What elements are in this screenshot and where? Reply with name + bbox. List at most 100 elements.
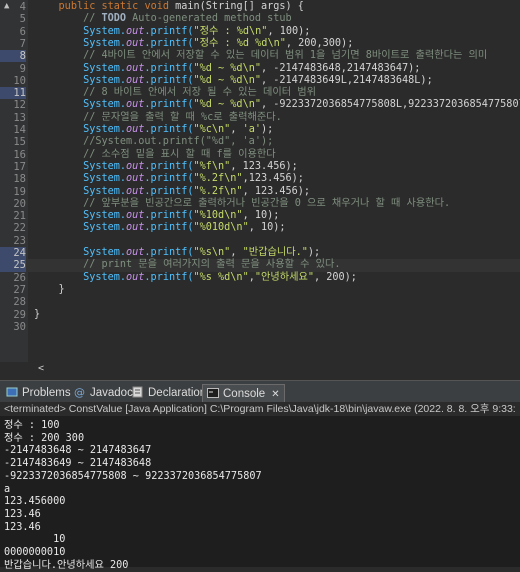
line-number: 24 bbox=[0, 247, 26, 260]
console-icon bbox=[207, 387, 219, 399]
svg-text:@: @ bbox=[74, 386, 85, 398]
line-number: 29 bbox=[13, 308, 26, 321]
line-number: 30 bbox=[13, 320, 26, 333]
code-text: System.out.printf("%d ~ %d\n", -92233720… bbox=[83, 99, 520, 111]
close-icon[interactable]: ✕ bbox=[271, 389, 279, 400]
code-line[interactable]: 4 public static void main(String[] args)… bbox=[0, 1, 520, 13]
tab-javadoc[interactable]: @ Javadoc bbox=[74, 384, 133, 402]
line-number: 26 bbox=[13, 271, 26, 284]
code-line[interactable]: 8 // 4바이트 안에서 저장할 수 있는 데이터 범위 1을 넘기면 8바이… bbox=[0, 50, 520, 63]
line-number: 27 bbox=[13, 283, 26, 296]
line-number: 23 bbox=[13, 234, 26, 247]
code-line[interactable]: 10 System.out.printf("%d ~ %d\n", -21474… bbox=[0, 75, 520, 87]
console-line: -9223372036854775808 ~ 92233720368547758… bbox=[4, 470, 262, 482]
code-line[interactable]: 6 System.out.printf("정수 : %d\n", 100); bbox=[0, 26, 520, 38]
code-line[interactable]: 11 // 8 바이트 안에서 저장 될 수 있는 데이터 범위 bbox=[0, 87, 520, 100]
override-marker-icon: ▲ bbox=[4, 1, 10, 11]
code-line[interactable]: 21 System.out.printf("%10d\n", 10); bbox=[0, 210, 520, 222]
line-number: 7 bbox=[19, 37, 26, 50]
code-text: // 소수점 밑을 표시 할 때 f를 이용한다 bbox=[83, 148, 276, 160]
console-line: 123.46 bbox=[4, 508, 41, 520]
line-number: 17 bbox=[13, 160, 26, 173]
line-number: 5 bbox=[19, 13, 26, 26]
line-number: 10 bbox=[13, 74, 26, 87]
console-line: 0000000010 bbox=[4, 547, 66, 558]
horizontal-scrollbar[interactable]: < bbox=[34, 362, 520, 376]
code-line[interactable]: 5 // TODO Auto-generated method stub bbox=[0, 13, 520, 25]
tab-console[interactable]: Console ✕ bbox=[202, 384, 285, 403]
console-status-line: <terminated> ConstValue [Java Applicatio… bbox=[0, 402, 520, 416]
problems-icon bbox=[6, 386, 18, 398]
line-number: 18 bbox=[13, 173, 26, 186]
code-text: System.out.printf("%.2f\n",123.456); bbox=[83, 173, 304, 185]
code-text: public static void main(String[] args) { bbox=[58, 1, 304, 12]
code-text: //System.out.printf("%d", 'a'); bbox=[83, 136, 274, 148]
code-text: // 앞부분을 빈공간으로 출력하거나 빈공간을 0 으로 채우거나 할 때 사… bbox=[83, 197, 451, 209]
console-line: -2147483649 ~ 2147483648 bbox=[4, 458, 152, 470]
console-line: 정수 : 100 bbox=[4, 420, 60, 431]
code-line[interactable]: 27 } bbox=[0, 284, 520, 296]
code-text: } bbox=[34, 283, 65, 295]
code-editor[interactable]: 4 public static void main(String[] args)… bbox=[0, 0, 520, 362]
line-number: 15 bbox=[13, 136, 26, 149]
line-number: 13 bbox=[13, 111, 26, 124]
code-line[interactable]: 25 // print 문을 여러가지의 출력 문을 사용할 수 있다. bbox=[0, 259, 520, 272]
code-text: System.out.printf("%s\n", "반갑습니다."); bbox=[83, 247, 321, 258]
code-text: // 문자열을 출력 할 때 %c로 출력해준다. bbox=[83, 111, 282, 123]
line-number: 22 bbox=[13, 222, 26, 235]
code-line[interactable]: 24 System.out.printf("%s\n", "반갑습니다."); bbox=[0, 247, 520, 260]
code-text: // print 문을 여러가지의 출력 문을 사용할 수 있다. bbox=[83, 259, 341, 271]
scroll-left-icon[interactable]: < bbox=[34, 362, 48, 376]
code-line[interactable]: 17 System.out.printf("%f\n", 123.456); bbox=[0, 161, 520, 173]
line-number: 19 bbox=[13, 185, 26, 198]
code-text: // 8 바이트 안에서 저장 될 수 있는 데이터 범위 bbox=[83, 87, 317, 99]
tab-label: Console bbox=[223, 388, 266, 400]
code-line[interactable]: 26 System.out.printf("%s %d\n","안녕하세요", … bbox=[0, 272, 520, 284]
code-line[interactable]: 29} bbox=[0, 309, 520, 321]
code-text: System.out.printf("정수 : %d %d\n", 200,30… bbox=[83, 37, 354, 49]
console-line: 10 bbox=[4, 534, 66, 546]
line-number: 25 bbox=[0, 259, 26, 272]
console-line: 정수 : 200 300 bbox=[4, 432, 85, 444]
code-text: System.out.printf("%f\n", 123.456); bbox=[83, 160, 298, 172]
tab-label: Problems bbox=[22, 387, 71, 399]
code-line[interactable]: 22 System.out.printf("%010d\n", 10); bbox=[0, 222, 520, 234]
console-line: a bbox=[4, 483, 11, 495]
code-text: System.out.printf("%c\n", 'a'); bbox=[83, 124, 274, 135]
console-line: 123.456000 bbox=[4, 496, 66, 508]
code-text: System.out.printf("%010d\n", 10); bbox=[83, 222, 286, 234]
javadoc-icon: @ bbox=[74, 386, 86, 399]
line-number: 28 bbox=[13, 296, 26, 309]
code-line[interactable]: 9 System.out.printf("%d ~ %d\n", -214748… bbox=[0, 63, 520, 75]
code-line[interactable]: 14 System.out.printf("%c\n", 'a'); bbox=[0, 124, 520, 136]
code-line[interactable]: 20 // 앞부분을 빈공간으로 출력하거나 빈공간을 0 으로 채우거나 할 … bbox=[0, 198, 520, 210]
line-number: 11 bbox=[0, 87, 26, 100]
console-output[interactable]: 정수 : 100 정수 : 200 300 -2147483648 ~ 214748… bbox=[0, 416, 520, 571]
console-line: -2147483648 ~ 2147483647 bbox=[4, 445, 152, 457]
console-line: 123.46 bbox=[4, 521, 41, 533]
code-line[interactable]: 23 bbox=[0, 235, 520, 247]
code-line[interactable]: 16 // 소수점 밑을 표시 할 때 f를 이용한다 bbox=[0, 149, 520, 161]
code-line[interactable]: 13 // 문자열을 출력 할 때 %c로 출력해준다. bbox=[0, 112, 520, 124]
code-text: // TODO Auto-generated method stub bbox=[83, 13, 292, 25]
line-number: 8 bbox=[0, 50, 26, 63]
code-line[interactable]: 30 bbox=[0, 321, 520, 333]
declaration-icon bbox=[132, 386, 144, 398]
code-text: System.out.printf("%s %d\n","안녕하세요", 200… bbox=[83, 271, 357, 283]
tab-label: Javadoc bbox=[90, 387, 133, 399]
tab-problems[interactable]: Problems bbox=[6, 384, 71, 402]
code-text: } bbox=[34, 308, 41, 320]
code-line[interactable]: 28 bbox=[0, 296, 520, 308]
line-number: 21 bbox=[13, 210, 26, 223]
code-line[interactable]: 18 System.out.printf("%.2f\n",123.456); bbox=[0, 173, 520, 185]
code-text: System.out.printf("%d ~ %d\n", -21474836… bbox=[83, 74, 433, 86]
code-line[interactable]: 15 //System.out.printf("%d", 'a'); bbox=[0, 136, 520, 148]
code-text: System.out.printf("%10d\n", 10); bbox=[83, 210, 280, 222]
tab-declaration[interactable]: Declaration bbox=[132, 384, 206, 402]
code-line[interactable]: 12 System.out.printf("%d ~ %d\n", -92233… bbox=[0, 99, 520, 111]
code-line[interactable]: 19 System.out.printf("%.2f\n", 123.456); bbox=[0, 186, 520, 198]
view-tabs: Problems @ Javadoc Declaration Console ✕ bbox=[0, 380, 520, 403]
code-text: System.out.printf("%.2f\n", 123.456); bbox=[83, 185, 311, 197]
line-number: 6 bbox=[19, 25, 26, 38]
code-line[interactable]: 7 System.out.printf("정수 : %d %d\n", 200,… bbox=[0, 38, 520, 50]
